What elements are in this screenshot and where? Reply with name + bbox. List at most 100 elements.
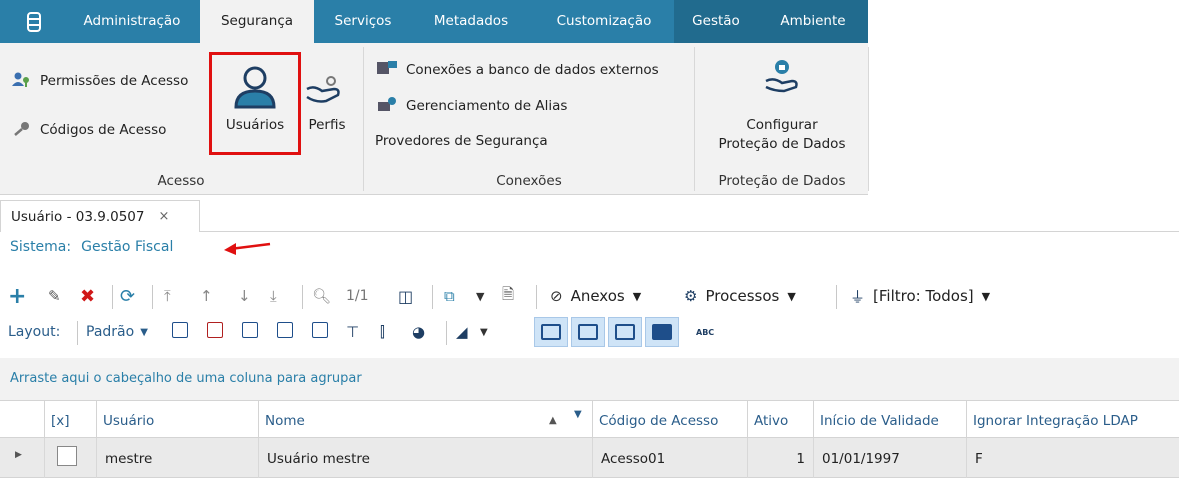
- database-icon: [376, 60, 398, 80]
- row-indicator-icon: ▶: [15, 450, 22, 460]
- processos-dropdown-icon: ▼: [787, 289, 796, 303]
- provedores-seguranca-button[interactable]: Provedores de Segurança: [375, 133, 548, 149]
- layout-value: Padrão: [86, 324, 135, 340]
- cell-usuario[interactable]: mestre: [96, 438, 258, 478]
- column-header-nome[interactable]: Nome ▲ ▼: [258, 401, 592, 438]
- group-by-panel[interactable]: Arraste aqui o cabeçalho de uma coluna p…: [0, 358, 1179, 400]
- edit-icon[interactable]: ✎: [48, 279, 61, 313]
- anexos-dropdown-icon: ▼: [632, 289, 642, 303]
- tab-servicos[interactable]: Serviços: [318, 0, 408, 43]
- add-icon[interactable]: +: [8, 279, 26, 313]
- ribbon: Permissões de Acesso Códigos de Acesso U…: [0, 43, 1179, 195]
- gerenciamento-alias-button[interactable]: Gerenciamento de Alias: [376, 96, 567, 116]
- tab-customizacao[interactable]: Customização: [534, 0, 674, 43]
- protecao-dados-label: Proteção de Dados: [718, 136, 846, 152]
- document-tab-usuario[interactable]: Usuário - 03.9.0507 ×: [0, 200, 200, 232]
- filtro-label: [Filtro: Todos]: [873, 287, 974, 305]
- last-record-icon[interactable]: ⤓: [270, 279, 277, 313]
- search-icon[interactable]: 🔍︎: [312, 279, 331, 313]
- previous-record-icon[interactable]: ↑: [200, 279, 213, 313]
- view-header-icon[interactable]: [608, 317, 642, 347]
- document-tab-title: Usuário - 03.9.0507: [11, 208, 145, 225]
- alias-icon: [376, 96, 398, 116]
- insert-row-icon[interactable]: [242, 322, 258, 338]
- table-row[interactable]: ▶ mestre Usuário mestre Acesso01 1 01/01…: [0, 438, 1179, 478]
- cell-ativo[interactable]: 1: [747, 438, 813, 478]
- processos-button[interactable]: ⚙ Processos ▼: [684, 279, 796, 313]
- tab-seguranca[interactable]: Segurança: [200, 0, 314, 44]
- cell-codigo[interactable]: Acesso01: [592, 438, 747, 478]
- protecao-group-label: Proteção de Dados: [718, 173, 846, 189]
- tab-gestao[interactable]: Gestão: [674, 0, 758, 43]
- codigos-de-acesso-button[interactable]: Códigos de Acesso: [12, 120, 166, 140]
- record-toolbar: + ✎ ✖ ⟳ ⤒ ↑ ↓ ⤓ 🔍︎ 1/1 ◫ ⧉ ▼ 🗎︎ ⊘ Anexos…: [0, 279, 1179, 313]
- shapes-icon[interactable]: ◕: [412, 315, 425, 349]
- column-header-codigo[interactable]: Código de Acesso: [592, 401, 747, 438]
- pin-icon[interactable]: ⫿: [380, 315, 385, 349]
- anexos-button[interactable]: ⊘ Anexos ▼: [550, 279, 641, 313]
- cell-inicio[interactable]: 01/01/1997: [813, 438, 966, 478]
- column-header-ativo[interactable]: Ativo: [747, 401, 813, 438]
- perfis-button[interactable]: Perfis: [302, 53, 352, 153]
- move-up-icon[interactable]: [277, 322, 293, 338]
- permissoes-label: Permissões de Acesso: [40, 73, 189, 89]
- column-header-inicio[interactable]: Início de Validade: [813, 401, 966, 438]
- view-form-icon[interactable]: [645, 317, 679, 347]
- paperclip-icon: ⊘: [550, 287, 563, 305]
- column-filter-icon[interactable]: ▼: [574, 395, 582, 435]
- app-menu-icon[interactable]: [0, 0, 68, 43]
- perfis-label: Perfis: [308, 117, 346, 133]
- columns-icon[interactable]: ◫: [398, 279, 413, 313]
- spellcheck-icon[interactable]: ABC: [696, 315, 714, 349]
- tab-administracao[interactable]: Administração: [68, 0, 196, 43]
- conexoes-banco-label: Conexões a banco de dados externos: [406, 62, 659, 78]
- users-grid: [x] Usuário Nome ▲ ▼ Código de Acesso At…: [0, 400, 1179, 492]
- filter-icon: ⏚: [850, 287, 866, 306]
- permissoes-de-acesso-button[interactable]: Permissões de Acesso: [12, 71, 188, 91]
- move-down-icon[interactable]: [312, 322, 328, 338]
- paint-icon[interactable]: ⊤: [346, 315, 359, 349]
- export-dropdown-icon[interactable]: ▼: [476, 279, 484, 313]
- conexoes-banco-button[interactable]: Conexões a banco de dados externos: [376, 60, 659, 80]
- main-menu-bar: Administração Segurança Serviços Metadad…: [0, 0, 1179, 44]
- view-split-horizontal-icon[interactable]: [571, 317, 605, 347]
- layout-label: Layout:: [8, 324, 61, 340]
- remove-column-icon[interactable]: [207, 322, 223, 338]
- acesso-group-label: Acesso: [157, 173, 205, 189]
- conexoes-group-label: Conexões: [496, 173, 562, 189]
- column-header-select[interactable]: [x]: [44, 401, 96, 438]
- page-indicator: 1/1: [346, 288, 369, 304]
- view-single-icon[interactable]: [534, 317, 568, 347]
- close-icon[interactable]: ×: [158, 209, 169, 224]
- sort-ascending-icon: ▲: [549, 415, 557, 426]
- tab-metadados[interactable]: Metadados: [412, 0, 530, 43]
- layout-dropdown-icon: ▼: [140, 326, 148, 338]
- chart-icon[interactable]: ◢: [456, 315, 468, 349]
- system-label: Sistema:: [10, 239, 72, 255]
- first-record-icon[interactable]: ⤒: [164, 279, 171, 313]
- key-icon: [12, 120, 32, 140]
- processos-label: Processos: [705, 287, 780, 305]
- configurar-protecao-button[interactable]: Configurar Proteção de Dados: [696, 51, 868, 156]
- report-icon[interactable]: 🗎︎: [502, 279, 514, 313]
- tab-ambiente[interactable]: Ambiente: [758, 0, 868, 43]
- column-header-usuario[interactable]: Usuário: [96, 401, 258, 438]
- highlight-annotation: [209, 52, 301, 155]
- row-checkbox[interactable]: [57, 446, 77, 466]
- refresh-icon[interactable]: ⟳: [120, 279, 135, 313]
- add-column-icon[interactable]: [172, 322, 188, 338]
- cell-nome[interactable]: Usuário mestre: [258, 438, 592, 478]
- cell-ldap[interactable]: F: [966, 438, 1179, 478]
- next-record-icon[interactable]: ↓: [238, 279, 251, 313]
- filtro-button[interactable]: ⏚ [Filtro: Todos] ▼: [850, 279, 990, 313]
- row-select-cell: [44, 438, 96, 478]
- delete-icon[interactable]: ✖: [80, 279, 95, 313]
- system-value[interactable]: Gestão Fiscal: [81, 239, 173, 255]
- system-indicator: Sistema: Gestão Fiscal: [10, 239, 173, 255]
- export-icon[interactable]: ⧉: [444, 279, 455, 313]
- column-header-ldap[interactable]: Ignorar Integração LDAP: [966, 401, 1179, 438]
- layout-dropdown[interactable]: Padrão ▼: [86, 315, 148, 349]
- chart-dropdown-icon[interactable]: ▼: [480, 315, 488, 349]
- alias-label: Gerenciamento de Alias: [406, 98, 568, 114]
- anexos-label: Anexos: [570, 287, 625, 305]
